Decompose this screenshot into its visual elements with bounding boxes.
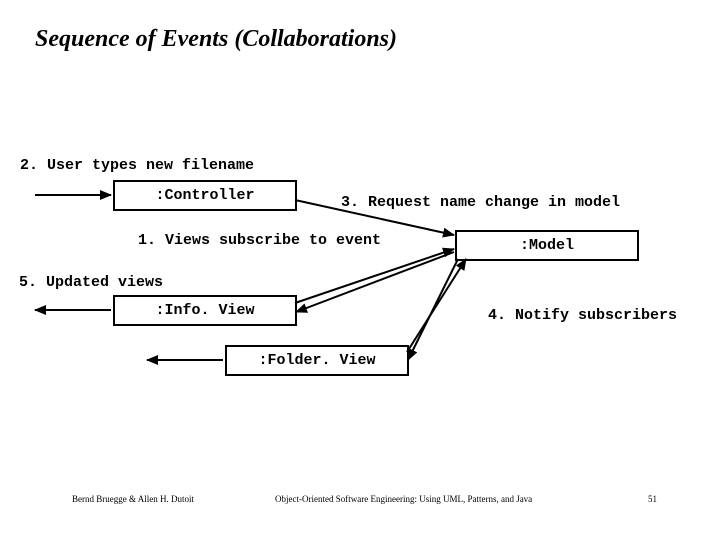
folderview-box: :Folder. View xyxy=(225,345,409,376)
controller-box: :Controller xyxy=(113,180,297,211)
step2-label: 2. User types new filename xyxy=(20,157,254,174)
footer-right: 51 xyxy=(648,494,657,504)
footer-center: Object-Oriented Software Engineering: Us… xyxy=(275,494,532,504)
footer-left: Bernd Bruegge & Allen H. Dutoit xyxy=(72,494,194,504)
slide-title: Sequence of Events (Collaborations) xyxy=(35,26,397,53)
model-box: :Model xyxy=(455,230,639,261)
infoview-box: :Info. View xyxy=(113,295,297,326)
step4-label: 4. Notify subscribers xyxy=(488,307,677,324)
arrows-layer xyxy=(0,0,720,540)
step1-label: 1. Views subscribe to event xyxy=(138,232,381,249)
step3-label: 3. Request name change in model xyxy=(341,194,620,211)
step5-label: 5. Updated views xyxy=(19,274,163,291)
